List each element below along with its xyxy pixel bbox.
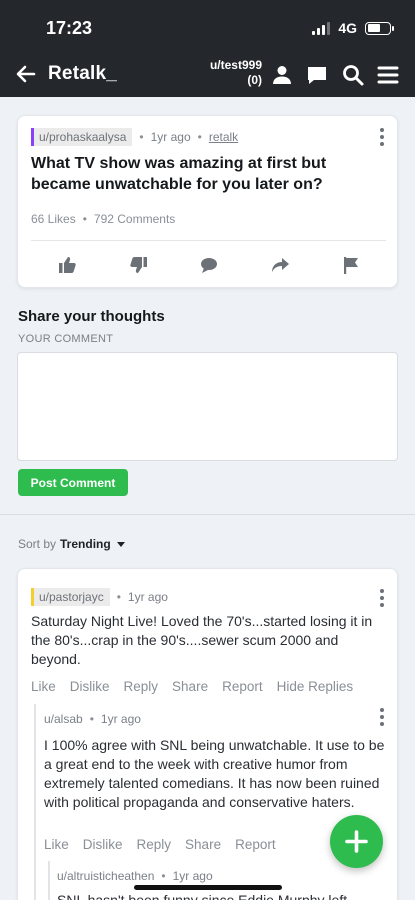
- sort-prefix: Sort by: [18, 537, 57, 551]
- section-divider: [0, 514, 415, 515]
- profile-icon[interactable]: [270, 63, 294, 87]
- reply-author[interactable]: u/alsab: [44, 712, 83, 726]
- post-stats: 66 Likes • 792 Comments: [31, 212, 176, 226]
- share-heading: Share your thoughts: [18, 308, 165, 325]
- comments-count: 792 Comments: [93, 212, 176, 226]
- share-button[interactable]: Share: [172, 679, 208, 694]
- post-meta: u/prohaskaalysa • 1yr ago • retalk: [31, 128, 238, 146]
- reply-button[interactable]: Reply: [124, 679, 159, 694]
- back-arrow-icon[interactable]: [14, 62, 38, 86]
- report-button[interactable]: Report: [235, 837, 276, 852]
- divider: [31, 240, 386, 241]
- sort-value: Trending: [60, 537, 111, 551]
- community-link[interactable]: retalk: [209, 130, 238, 144]
- post-card: u/prohaskaalysa • 1yr ago • retalk What …: [17, 115, 398, 288]
- post-author[interactable]: u/prohaskaalysa: [31, 128, 133, 146]
- comment-bubble-icon[interactable]: [199, 255, 219, 275]
- home-indicator: [134, 885, 282, 890]
- sort-control[interactable]: Sort by Trending: [18, 537, 125, 551]
- status-indicators: 4G: [312, 20, 394, 36]
- status-time: 17:23: [46, 18, 93, 38]
- reply-author[interactable]: u/altruisticheathen: [57, 869, 154, 883]
- battery-icon: [365, 21, 394, 35]
- report-button[interactable]: Report: [222, 679, 263, 694]
- comment-label: YOUR COMMENT: [18, 333, 114, 345]
- comment-text: Saturday Night Live! Loved the 70's...st…: [31, 613, 373, 667]
- comment-actions: Like Dislike Reply Share Report Hide Rep…: [31, 679, 353, 694]
- reply-text: I 100% agree with SNL being unwatchable.…: [44, 737, 385, 810]
- user-count: (0): [247, 73, 262, 87]
- add-fab-button[interactable]: [330, 815, 383, 868]
- like-button[interactable]: Like: [31, 679, 56, 694]
- dislike-button[interactable]: Dislike: [70, 679, 110, 694]
- thread-line: [34, 704, 36, 900]
- menu-icon[interactable]: [376, 63, 400, 87]
- reply-text: SNL hasn't been funny since Eddie Murphy…: [57, 892, 348, 900]
- app-header: 17:23 4G Retalk_ u/test999 (0): [0, 0, 415, 97]
- more-options-icon[interactable]: [379, 589, 385, 607]
- reply-button[interactable]: Reply: [137, 837, 172, 852]
- reply-age: 1yr ago: [100, 712, 141, 726]
- reply-meta: u/altruisticheathen • 1yr ago: [57, 869, 213, 883]
- comment-input[interactable]: [17, 352, 398, 461]
- comment-age: 1yr ago: [127, 590, 168, 604]
- app-title[interactable]: Retalk_: [48, 63, 117, 85]
- username: u/test999: [209, 58, 262, 72]
- reply-age: 1yr ago: [172, 869, 213, 883]
- share-arrow-icon[interactable]: [270, 255, 290, 275]
- post-title: What TV show was amazing at first but be…: [31, 155, 327, 193]
- more-options-icon[interactable]: [379, 708, 385, 726]
- dislike-button[interactable]: Dislike: [83, 837, 123, 852]
- post-comment-button[interactable]: Post Comment: [18, 469, 128, 496]
- like-button[interactable]: Like: [44, 837, 69, 852]
- network-label: 4G: [338, 20, 357, 36]
- share-button[interactable]: Share: [185, 837, 221, 852]
- thread-line: [48, 861, 50, 900]
- thumbs-up-icon[interactable]: [57, 255, 77, 275]
- more-options-icon[interactable]: [379, 128, 385, 146]
- signal-icon: [312, 21, 331, 35]
- search-icon[interactable]: [341, 63, 365, 87]
- chevron-down-icon: [116, 541, 125, 547]
- thumbs-down-icon[interactable]: [129, 255, 149, 275]
- user-info[interactable]: u/test999 (0): [196, 58, 262, 88]
- comment-author[interactable]: u/pastorjayc: [31, 588, 110, 606]
- flag-icon[interactable]: [341, 255, 361, 275]
- chat-icon[interactable]: [305, 63, 329, 87]
- reply-actions: Like Dislike Reply Share Report: [44, 837, 276, 852]
- comment-meta: u/pastorjayc • 1yr ago: [31, 588, 168, 606]
- reply-meta: u/alsab • 1yr ago: [44, 712, 141, 726]
- plus-icon: [345, 830, 368, 853]
- likes-count: 66 Likes: [31, 212, 76, 226]
- hide-replies-button[interactable]: Hide Replies: [277, 679, 354, 694]
- post-age: 1yr ago: [150, 130, 191, 144]
